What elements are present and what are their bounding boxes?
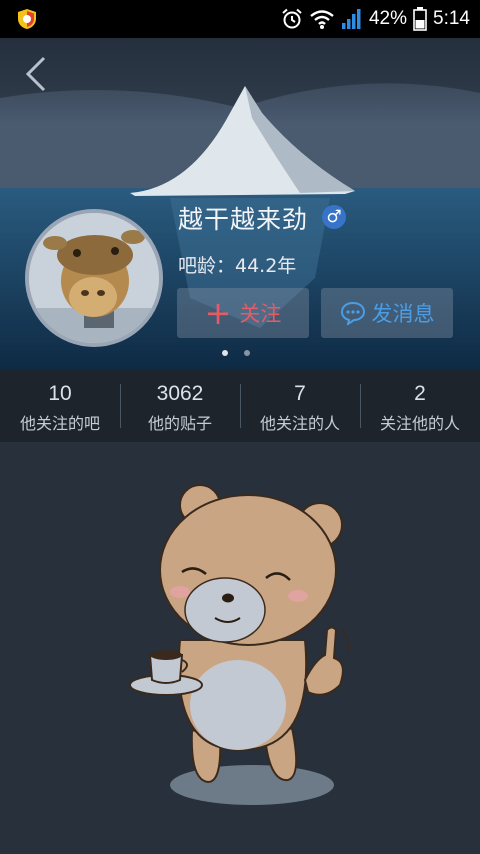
avatar[interactable]	[25, 209, 163, 347]
signal-icon	[341, 9, 361, 29]
stat-value: 7	[294, 382, 306, 405]
chat-bubble-icon	[340, 301, 365, 325]
battery-icon	[413, 7, 427, 31]
giraffe-avatar-image	[29, 213, 159, 343]
alarm-icon	[282, 8, 302, 29]
account-age: 吧龄：44.2年	[178, 255, 297, 277]
stat-label: 关注他的人	[379, 414, 460, 433]
stat-following[interactable]: 7 他关注的人	[240, 370, 360, 442]
clock: 5:14	[433, 8, 470, 29]
shield-icon	[18, 9, 36, 29]
male-gender-icon: ♂	[322, 205, 346, 229]
stat-label: 他关注的人	[259, 414, 340, 433]
stat-value: 3062	[156, 382, 204, 405]
stats-bar: 10 他关注的吧 3062 他的贴子 7 他关注的人 2 关注他的人	[0, 370, 480, 442]
follow-button[interactable]: + 关注	[177, 288, 309, 338]
status-bar: 42% 5:14	[0, 0, 480, 38]
page-dot-2	[244, 350, 250, 356]
stat-posts[interactable]: 3062 他的贴子	[120, 370, 240, 442]
stat-followed-bars[interactable]: 10 他关注的吧	[0, 370, 120, 442]
follow-button-label: 关注	[239, 302, 282, 326]
bear-with-coffee-illustration	[129, 484, 350, 805]
stat-label: 他关注的吧	[19, 414, 100, 433]
send-message-label: 发消息	[371, 302, 435, 326]
wifi-icon	[310, 10, 334, 29]
back-arrow-icon[interactable]	[22, 54, 50, 94]
username: 越干越来劲	[178, 205, 309, 234]
stat-value: 10	[48, 382, 72, 405]
stat-label: 他的贴子	[147, 414, 212, 433]
send-message-button[interactable]: 发消息	[321, 288, 453, 338]
page-dot-1	[222, 350, 228, 356]
stat-value: 2	[414, 382, 426, 405]
stat-followers[interactable]: 2 关注他的人	[360, 370, 480, 442]
profile-header: 越干越来劲 ♂ 吧龄：44.2年 + 关注 发消息	[0, 38, 480, 370]
plus-icon: +	[204, 294, 232, 332]
battery-percent: 42%	[368, 8, 408, 29]
page-indicator	[222, 350, 250, 356]
